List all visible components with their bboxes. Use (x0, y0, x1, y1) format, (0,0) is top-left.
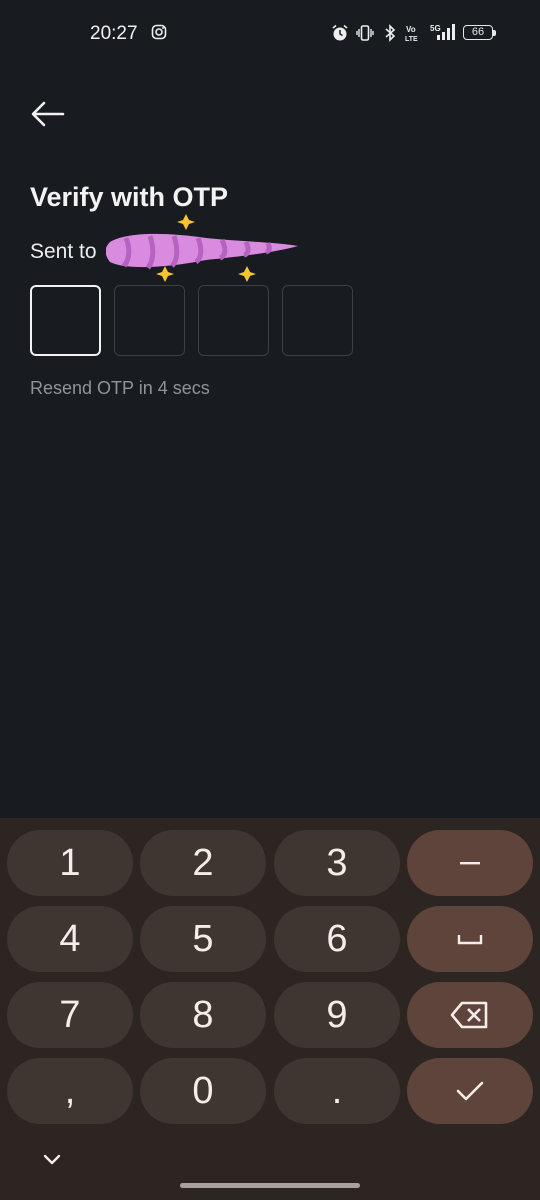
otp-digit-2[interactable] (114, 285, 185, 356)
backspace-icon (450, 1001, 488, 1029)
otp-digit-4[interactable] (282, 285, 353, 356)
key-6[interactable]: 6 (274, 906, 400, 972)
key-8[interactable]: 8 (140, 982, 266, 1048)
status-bar: 20:27 Vo LTE 5G 66 (0, 0, 540, 68)
volte-icon: Vo LTE (404, 24, 422, 47)
svg-text:LTE: LTE (405, 36, 418, 42)
key-space[interactable] (407, 906, 533, 972)
otp-digit-1[interactable] (30, 285, 101, 356)
key-comma[interactable]: , (7, 1058, 133, 1124)
key-4[interactable]: 4 (7, 906, 133, 972)
sent-to-label: Sent to (30, 240, 97, 263)
key-5[interactable]: 5 (140, 906, 266, 972)
back-button[interactable] (28, 96, 68, 132)
signal-5g-icon: 5G (427, 22, 457, 47)
status-time: 20:27 (90, 23, 138, 44)
key-period[interactable]: . (274, 1058, 400, 1124)
checkmark-icon (456, 1081, 484, 1101)
instagram-icon (151, 24, 167, 45)
key-1[interactable]: 1 (7, 830, 133, 896)
space-icon (457, 935, 483, 945)
svg-text:5G: 5G (430, 24, 441, 33)
bluetooth-icon (383, 24, 397, 47)
alarm-icon (331, 24, 349, 47)
svg-text:Vo: Vo (406, 25, 416, 34)
keyboard-collapse-button[interactable] (40, 1150, 64, 1173)
key-backspace[interactable] (407, 982, 533, 1048)
key-minus[interactable] (407, 830, 533, 896)
battery-tip (493, 30, 496, 36)
battery-icon: 66 (463, 25, 493, 40)
otp-digit-3[interactable] (198, 285, 269, 356)
arrow-left-icon (31, 101, 65, 127)
minus-icon (460, 862, 480, 865)
key-0[interactable]: 0 (140, 1058, 266, 1124)
key-2[interactable]: 2 (140, 830, 266, 896)
redaction-sticker (105, 208, 306, 293)
resend-otp-timer: Resend OTP in 4 secs (30, 378, 210, 398)
key-done[interactable] (407, 1058, 533, 1124)
key-7[interactable]: 7 (7, 982, 133, 1048)
key-3[interactable]: 3 (274, 830, 400, 896)
chevron-down-icon (43, 1154, 61, 1165)
key-9[interactable]: 9 (274, 982, 400, 1048)
vibrate-icon (356, 24, 374, 47)
home-indicator[interactable] (180, 1183, 360, 1188)
